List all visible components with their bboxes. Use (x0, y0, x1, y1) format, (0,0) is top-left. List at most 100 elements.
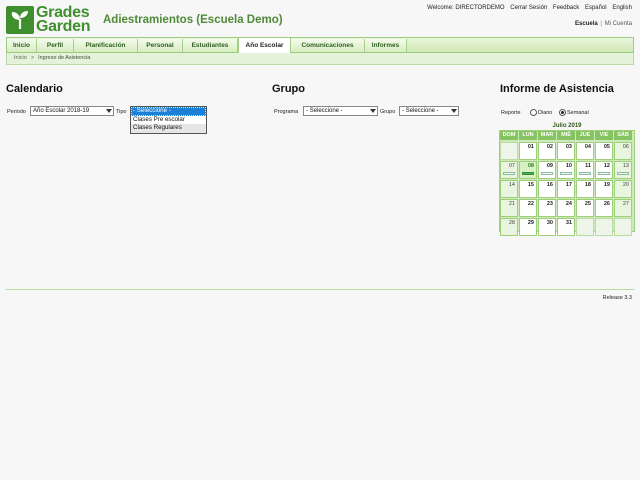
calendar-day-cell[interactable]: 03 (557, 142, 575, 160)
tab-planificacion[interactable]: Planificación (74, 39, 138, 52)
release-version: Release 3.3 (602, 295, 632, 301)
calendar-day-cell[interactable]: 13 (614, 161, 632, 179)
grupo-label: Grupo (380, 109, 396, 115)
calendar-day-cell[interactable]: 01 (519, 142, 537, 160)
top-links: Welcome: DIRECTORDEMO Cerrar Sesión Feed… (423, 5, 632, 11)
calendar-day-cell[interactable]: 27 (614, 199, 632, 217)
calendar-day-cell[interactable]: 30 (538, 218, 556, 236)
attendance-marker (579, 172, 591, 175)
welcome-text: Welcome: DIRECTORDEMO (427, 5, 505, 11)
calendar-day-cell[interactable]: 02 (538, 142, 556, 160)
tab-comunicaciones[interactable]: Comunicaciones (291, 39, 365, 52)
breadcrumb-separator: > (30, 55, 35, 61)
calendar-day-number: 10 (565, 163, 572, 169)
language-spanish-link[interactable]: Español (585, 5, 607, 11)
calendar-day-number: 13 (622, 163, 629, 169)
context-separator: | (600, 21, 602, 27)
my-account-link[interactable]: Mi Cuenta (605, 21, 632, 27)
tab-estudiantes[interactable]: Estudiantes (183, 39, 238, 52)
grupo-select-value: - Seleccione - (402, 108, 439, 114)
semanal-radio[interactable] (559, 109, 566, 116)
diario-radio[interactable] (530, 109, 537, 116)
tipo-dropdown-list[interactable]: - Seleccione - Clases Pre escolar Clases… (130, 106, 207, 134)
feedback-link[interactable]: Feedback (553, 5, 579, 11)
calendar-day-cell[interactable]: 16 (538, 180, 556, 198)
reporte-label: Reporte (501, 110, 521, 116)
school-context-link[interactable]: Escuela (575, 21, 598, 27)
calendar-day-number: 07 (508, 163, 515, 169)
main-nav: Inicio Perfil Planificación Personal Est… (6, 37, 634, 53)
calendar-empty-cell (500, 142, 518, 160)
calendario-title: Calendario (6, 83, 63, 95)
calendar-day-cell[interactable]: 17 (557, 180, 575, 198)
periodo-label: Periodo (7, 109, 26, 115)
tipo-label: Tipo (116, 109, 127, 115)
grupo-select[interactable]: - Seleccione - (399, 106, 459, 116)
footer-divider (6, 289, 634, 290)
grades-garden-logo[interactable]: Grades Garden (6, 5, 94, 35)
calendar-day-cell[interactable]: 24 (557, 199, 575, 217)
tab-personal[interactable]: Personal (138, 39, 183, 52)
calendar-day-number: 29 (527, 220, 534, 226)
calendar-day-cell[interactable]: 31 (557, 218, 575, 236)
attendance-marker (503, 172, 515, 175)
periodo-select[interactable]: Año Escolar 2018-19 (30, 106, 114, 116)
tipo-option-regulares[interactable]: Clases Regulares (131, 124, 206, 133)
school-title: Adiestramientos (Escuela Demo) (103, 14, 283, 26)
calendar-day-number: 01 (527, 144, 534, 150)
tab-ano-escolar[interactable]: Año Escolar (238, 38, 291, 53)
calendar-day-number: 19 (603, 182, 610, 188)
calendar-day-cell[interactable]: 21 (500, 199, 518, 217)
calendar-day-cell[interactable]: 05 (595, 142, 613, 160)
tab-perfil[interactable]: Perfil (37, 39, 74, 52)
calendar-day-cell[interactable]: 14 (500, 180, 518, 198)
calendar-day-cell[interactable]: 12 (595, 161, 613, 179)
calendar-day-cell[interactable]: 23 (538, 199, 556, 217)
calendar-day-cell[interactable]: 08 (519, 161, 537, 179)
chevron-down-icon (368, 107, 377, 115)
calendar-day-cell[interactable]: 20 (614, 180, 632, 198)
calendar-day-number: 03 (565, 144, 572, 150)
tipo-option-preescolar[interactable]: Clases Pre escolar (131, 116, 206, 125)
tab-informes[interactable]: Informes (365, 39, 407, 52)
calendar-day-cell[interactable]: 10 (557, 161, 575, 179)
language-english-link[interactable]: English (612, 5, 632, 11)
chevron-down-icon (104, 107, 113, 115)
breadcrumb-current: Ingreso de Asistencia (38, 55, 91, 61)
tab-inicio[interactable]: Inicio (7, 39, 37, 52)
calendar-day-cell[interactable]: 18 (576, 180, 594, 198)
calendar-day-cell[interactable]: 06 (614, 142, 632, 160)
calendar-day-number: 22 (527, 201, 534, 207)
calendar-day-number: 25 (584, 201, 591, 207)
calendar-day-cell[interactable]: 19 (595, 180, 613, 198)
calendar-day-cell[interactable]: 26 (595, 199, 613, 217)
weekday-header: SÁB (614, 131, 632, 140)
calendar-day-cell[interactable]: 15 (519, 180, 537, 198)
calendar-day-cell[interactable]: 09 (538, 161, 556, 179)
weekday-header: LUN (519, 131, 537, 140)
calendar-day-number: 08 (527, 163, 534, 169)
calendar-day-number: 05 (603, 144, 610, 150)
calendar-day-cell[interactable]: 04 (576, 142, 594, 160)
programa-label: Programa (274, 109, 299, 115)
calendar-month-title: Julio 2019 (552, 123, 582, 129)
calendar-day-cell[interactable]: 22 (519, 199, 537, 217)
logout-link[interactable]: Cerrar Sesión (510, 5, 547, 11)
calendar-empty-cell (595, 218, 613, 236)
calendar-day-number: 17 (565, 182, 572, 188)
tipo-option-seleccione[interactable]: - Seleccione - (131, 107, 206, 116)
calendar-day-cell[interactable]: 25 (576, 199, 594, 217)
logo-text-line2: Garden (36, 18, 91, 35)
calendar-day-number: 26 (603, 201, 610, 207)
calendar-empty-cell (614, 218, 632, 236)
calendar-day-cell[interactable]: 07 (500, 161, 518, 179)
attendance-marker (560, 172, 572, 175)
periodo-select-value: Año Escolar 2018-19 (33, 108, 90, 114)
calendar-day-cell[interactable]: 29 (519, 218, 537, 236)
programa-select[interactable]: - Seleccione - (303, 106, 378, 116)
calendar-day-cell[interactable]: 28 (500, 218, 518, 236)
breadcrumb-home-link[interactable]: Inicio (14, 55, 27, 61)
calendar-day-cell[interactable]: 11 (576, 161, 594, 179)
sprout-logo-icon (6, 6, 34, 34)
attendance-marker (541, 172, 553, 175)
